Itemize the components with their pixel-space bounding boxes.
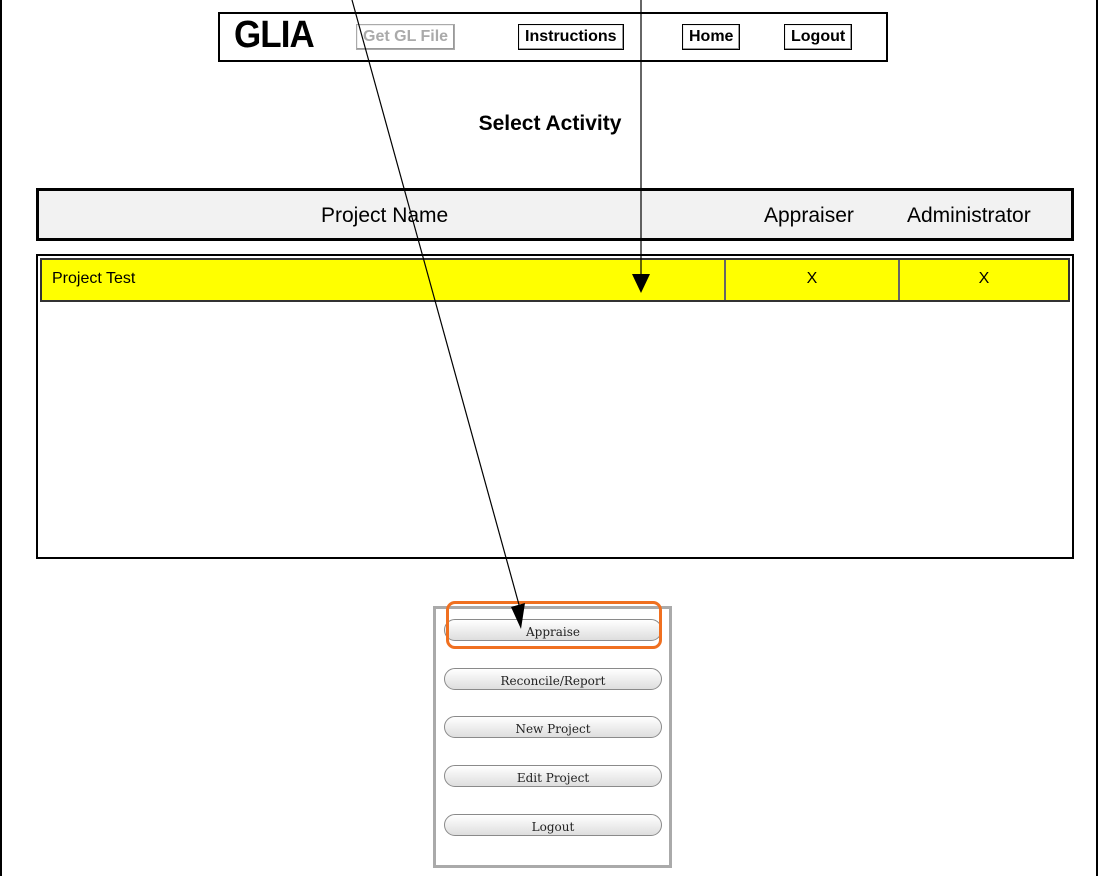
arrow-line-to-appraise — [351, 0, 522, 613]
annotation-arrows — [351, 0, 650, 629]
arrow-head-row — [632, 274, 650, 293]
arrow-head-appraise — [511, 603, 525, 629]
